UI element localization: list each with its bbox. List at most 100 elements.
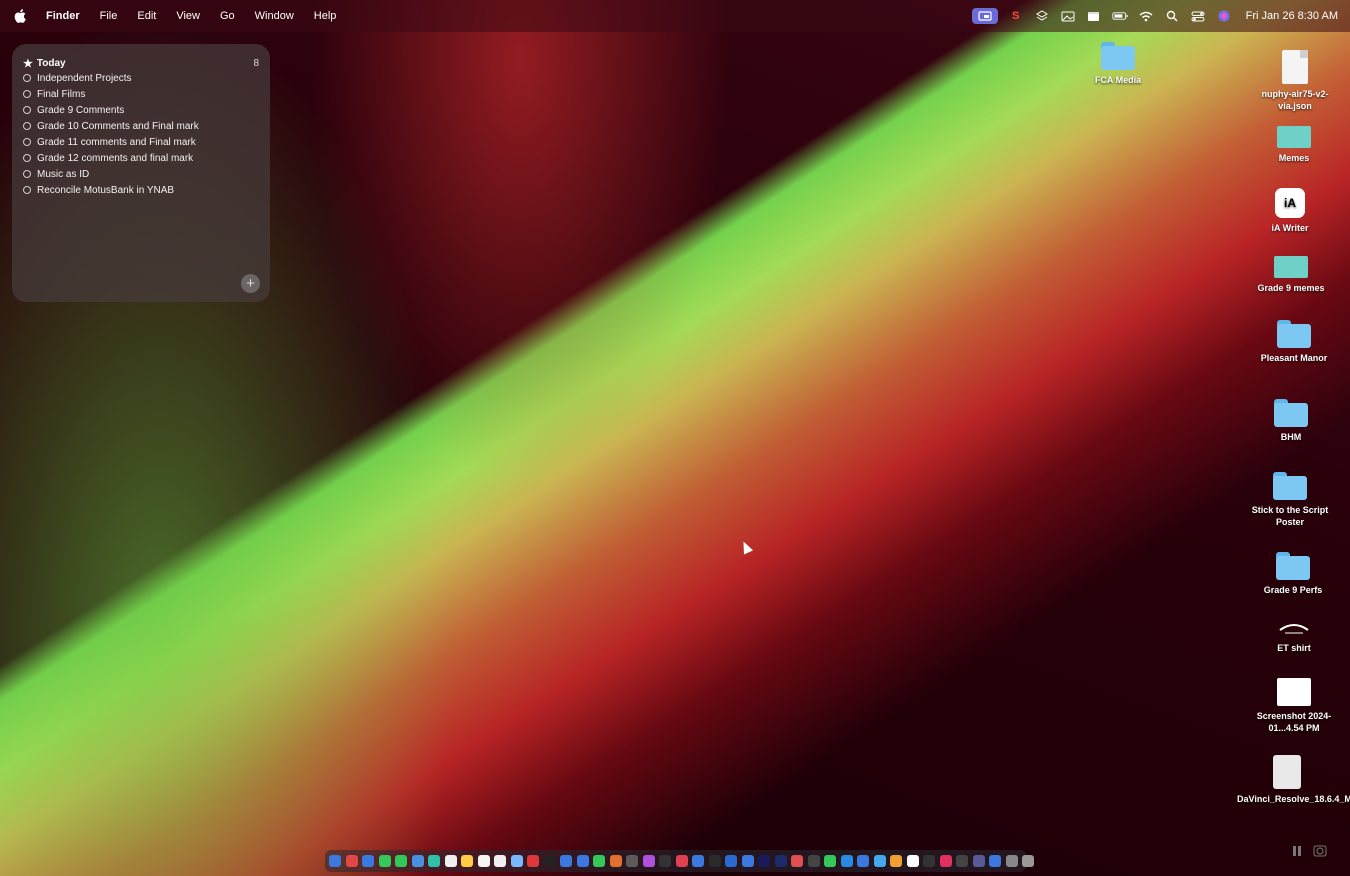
pause-icon[interactable]	[1291, 845, 1307, 861]
desktop-item-pleasant-manor[interactable]: Pleasant Manor	[1244, 320, 1344, 364]
dock-app-icon[interactable]	[890, 855, 902, 867]
dock-app-icon[interactable]	[956, 855, 968, 867]
dock-app-icon[interactable]	[725, 855, 737, 867]
dock-app-icon[interactable]	[510, 855, 523, 867]
desktop-item-grade9-memes[interactable]: Grade 9 memes	[1241, 256, 1341, 294]
dock-app-icon[interactable]	[857, 855, 869, 867]
dock-app-icon[interactable]	[362, 855, 374, 867]
dock-app-icon[interactable]	[543, 855, 556, 867]
dock-app-icon[interactable]	[378, 855, 391, 867]
checkbox-circle-icon[interactable]	[23, 90, 31, 98]
dock-app-icon[interactable]	[824, 855, 836, 867]
menu-bar: Finder File Edit View Go Window Help S F…	[0, 0, 1350, 32]
menu-file[interactable]: File	[100, 10, 118, 22]
dock-app-icon[interactable]	[494, 855, 506, 867]
dock-app-icon[interactable]	[609, 855, 622, 867]
desktop-item-et-shirt[interactable]: ET shirt	[1244, 620, 1344, 654]
list-item[interactable]: Grade 12 comments and final mark	[23, 150, 199, 166]
folder-icon	[1276, 552, 1310, 580]
desktop-item-json[interactable]: nuphy-air75-v2-via.json	[1245, 50, 1345, 112]
active-app-name[interactable]: Finder	[46, 10, 80, 22]
desktop-item-fca-media[interactable]: FCA Media	[1068, 42, 1168, 86]
checkbox-circle-icon[interactable]	[23, 186, 31, 194]
menu-view[interactable]: View	[176, 10, 200, 22]
desktop-item-davinci-dmg[interactable]: DaVinci_Resolve_18.6.4_Mac.dmg	[1237, 755, 1350, 805]
dock-app-icon[interactable]	[642, 855, 655, 867]
refresh-icon[interactable]	[1313, 845, 1329, 861]
add-reminder-button[interactable]: +	[241, 274, 260, 293]
dock-app-icon[interactable]	[807, 855, 820, 867]
desktop-item-grade9-perfs[interactable]: Grade 9 Perfs	[1243, 552, 1343, 596]
dock-app-icon[interactable]	[659, 855, 671, 867]
calendar-icon[interactable]	[1086, 8, 1102, 24]
checkbox-circle-icon[interactable]	[23, 154, 31, 162]
reminders-widget[interactable]: ★ Today 8 Independent Projects Final Fil…	[12, 44, 270, 302]
desktop-item-stick-poster[interactable]: Stick to the Script Poster	[1240, 472, 1340, 528]
dock-app-icon[interactable]	[708, 855, 721, 867]
dock-app-icon[interactable]	[527, 855, 539, 867]
dock-app-icon[interactable]	[329, 855, 341, 867]
dock-app-icon[interactable]	[477, 855, 490, 867]
menu-window[interactable]: Window	[255, 10, 294, 22]
menu-bar-clock[interactable]: Fri Jan 26 8:30 AM	[1246, 10, 1338, 22]
dock-app-icon[interactable]	[461, 855, 473, 867]
wifi-icon[interactable]	[1138, 8, 1154, 24]
dock-app-icon[interactable]	[395, 855, 407, 867]
dock-app-icon[interactable]	[840, 855, 853, 867]
list-item[interactable]: Final Films	[23, 86, 199, 102]
dock-app-icon[interactable]	[1005, 855, 1018, 867]
desktop-item-ia-writer[interactable]: iA iA Writer	[1240, 188, 1340, 234]
desktop-item-bhm[interactable]: BHM	[1241, 399, 1341, 443]
list-item[interactable]: Grade 10 Comments and Final mark	[23, 118, 199, 134]
dock-app-icon[interactable]	[692, 855, 704, 867]
dock-app-icon[interactable]	[675, 855, 688, 867]
dock-app-icon[interactable]	[791, 855, 803, 867]
dock-app-icon[interactable]	[1022, 855, 1034, 867]
folder-icon	[1273, 472, 1307, 500]
dock-app-icon[interactable]	[939, 855, 952, 867]
list-item[interactable]: Grade 11 comments and Final mark	[23, 134, 199, 150]
dock-app-icon[interactable]	[576, 855, 589, 867]
dock-app-icon[interactable]	[411, 855, 424, 867]
desktop-item-label: Screenshot 2024-01...4.54 PM	[1256, 711, 1332, 733]
dock-app-icon[interactable]	[741, 855, 754, 867]
search-icon[interactable]	[1164, 8, 1180, 24]
list-item[interactable]: Grade 9 Comments	[23, 102, 199, 118]
list-item[interactable]: Independent Projects	[23, 70, 199, 86]
photo-box-icon[interactable]	[1060, 8, 1076, 24]
dock-app-icon[interactable]	[626, 855, 638, 867]
desktop-item-screenshot[interactable]: Screenshot 2024-01...4.54 PM	[1244, 678, 1344, 734]
list-item[interactable]: Reconcile MotusBank in YNAB	[23, 182, 199, 198]
checkbox-circle-icon[interactable]	[23, 122, 31, 130]
menu-help[interactable]: Help	[314, 10, 337, 22]
dock-app-icon[interactable]	[989, 855, 1001, 867]
dock-app-icon[interactable]	[758, 855, 770, 867]
checkbox-circle-icon[interactable]	[23, 74, 31, 82]
menu-go[interactable]: Go	[220, 10, 235, 22]
checkbox-circle-icon[interactable]	[23, 170, 31, 178]
siri-icon[interactable]	[1216, 8, 1232, 24]
dock-app-icon[interactable]	[906, 855, 919, 867]
desktop-item-memes[interactable]: Memes	[1244, 126, 1344, 164]
menu-edit[interactable]: Edit	[137, 10, 156, 22]
layers-icon[interactable]	[1034, 8, 1050, 24]
list-item[interactable]: Music as ID	[23, 166, 199, 182]
dock-app-icon[interactable]	[923, 855, 935, 867]
battery-icon[interactable]	[1112, 8, 1128, 24]
dock-app-icon[interactable]	[873, 855, 886, 867]
dock-app-icon[interactable]	[972, 855, 985, 867]
dock-app-icon[interactable]	[560, 855, 572, 867]
control-center-icon[interactable]	[1190, 8, 1206, 24]
dock-app-icon[interactable]	[345, 855, 358, 867]
dock-app-icon[interactable]	[593, 855, 605, 867]
folder-icon	[1274, 399, 1308, 427]
apple-menu-icon[interactable]	[14, 9, 26, 23]
dock-app-icon[interactable]	[444, 855, 457, 867]
screen-mirror-icon[interactable]	[971, 8, 998, 24]
checkbox-circle-icon[interactable]	[23, 106, 31, 114]
dock-app-icon[interactable]	[428, 855, 440, 867]
s-app-icon[interactable]: S	[1008, 8, 1024, 24]
checkbox-circle-icon[interactable]	[23, 138, 31, 146]
dock	[325, 850, 1034, 872]
dock-app-icon[interactable]	[774, 855, 787, 867]
